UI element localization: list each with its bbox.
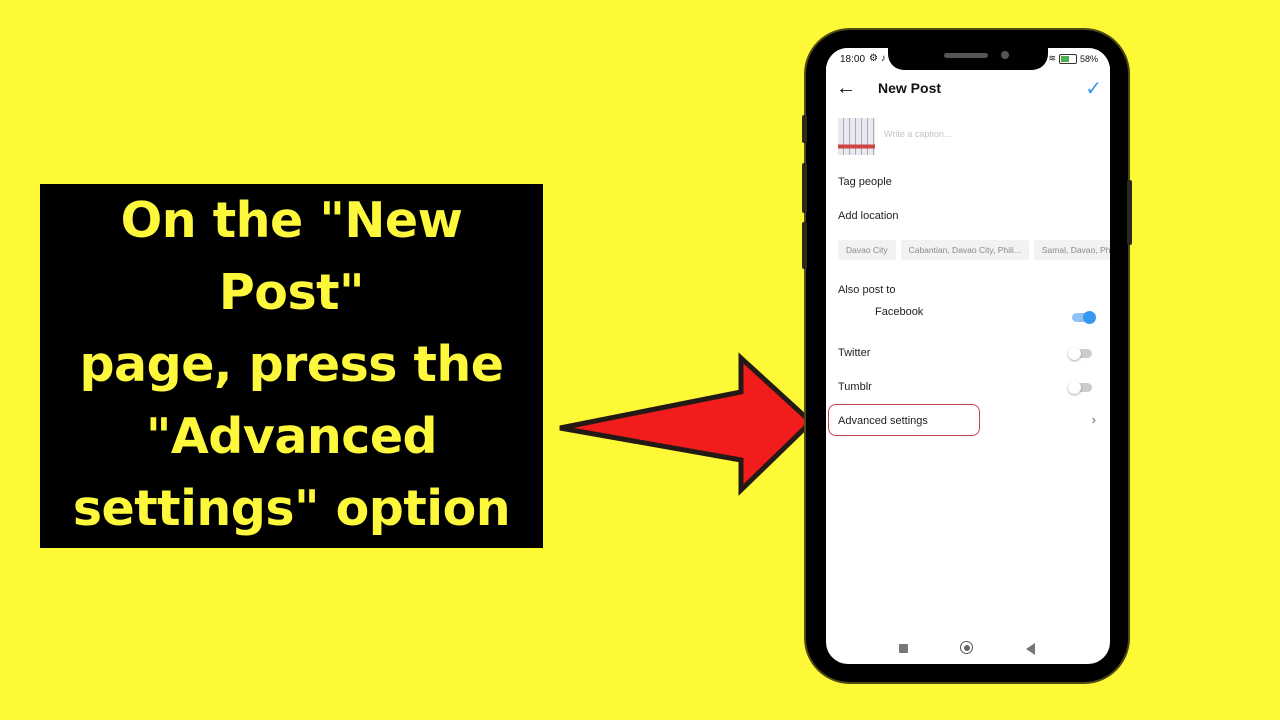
- page-title: New Post: [878, 80, 942, 96]
- home-icon[interactable]: [960, 641, 973, 654]
- battery-percent: 58%: [1079, 53, 1098, 64]
- notification-icons: ⚙ ♪: [869, 53, 886, 64]
- app-header: ← New Post ✓: [826, 70, 1110, 110]
- tumblr-label: Tumblr: [838, 381, 872, 393]
- tumblr-toggle[interactable]: [1068, 381, 1094, 394]
- phone-volume-up-button: [802, 163, 807, 213]
- caption-input[interactable]: [882, 128, 1096, 140]
- advanced-settings-option[interactable]: Advanced settings: [838, 415, 928, 427]
- tag-people-option[interactable]: Tag people: [838, 176, 892, 188]
- nav-back-icon[interactable]: [1026, 643, 1035, 655]
- red-arrow-shape: [559, 352, 815, 496]
- twitter-label: Twitter: [838, 347, 871, 359]
- facebook-label: Facebook: [875, 306, 924, 318]
- instruction-text: On the "New Post" page, press the "Advan…: [72, 192, 511, 537]
- status-time: 18:00: [840, 54, 866, 65]
- caption-row: [826, 116, 1110, 158]
- front-camera: [1001, 51, 1009, 59]
- post-thumbnail[interactable]: [838, 118, 875, 155]
- location-chip[interactable]: Davao City: [838, 240, 896, 260]
- wifi-icon: ≋: [1048, 53, 1056, 63]
- camera-notch: [888, 48, 1048, 70]
- also-post-to-label: Also post to: [838, 284, 896, 296]
- phone-screen: 18:00 ⚙ ♪ ≋ 58% ← New Post ✓ Tag people …: [826, 48, 1110, 664]
- phone-volume-down-button: [802, 222, 807, 269]
- status-right-icons: ≋ 58%: [1048, 53, 1098, 64]
- battery-icon: [1058, 53, 1077, 64]
- toggle-knob: [1083, 311, 1096, 324]
- facebook-toggle[interactable]: [1070, 311, 1096, 324]
- speaker-grille: [944, 53, 988, 58]
- back-arrow-icon[interactable]: ←: [836, 78, 856, 98]
- recent-apps-icon[interactable]: [899, 644, 908, 653]
- chevron-right-icon[interactable]: ›: [1092, 412, 1096, 427]
- phone-power-button: [1127, 180, 1132, 245]
- location-suggestions: Davao City Cabantian, Davao City, Phili.…: [838, 240, 1110, 260]
- twitter-toggle[interactable]: [1068, 347, 1094, 360]
- location-chip[interactable]: Samal, Davao, Ph: [1033, 240, 1110, 260]
- instruction-callout: On the "New Post" page, press the "Advan…: [40, 184, 543, 548]
- confirm-check-icon[interactable]: ✓: [1085, 76, 1102, 101]
- android-nav-bar: [826, 640, 1110, 664]
- toggle-knob: [1068, 347, 1081, 360]
- phone-side-button: [802, 115, 807, 143]
- toggle-knob: [1068, 381, 1081, 394]
- location-chip[interactable]: Cabantian, Davao City, Phili...: [900, 240, 1029, 260]
- status-bar: 18:00 ⚙ ♪ ≋ 58%: [826, 48, 1110, 70]
- add-location-option[interactable]: Add location: [838, 210, 899, 222]
